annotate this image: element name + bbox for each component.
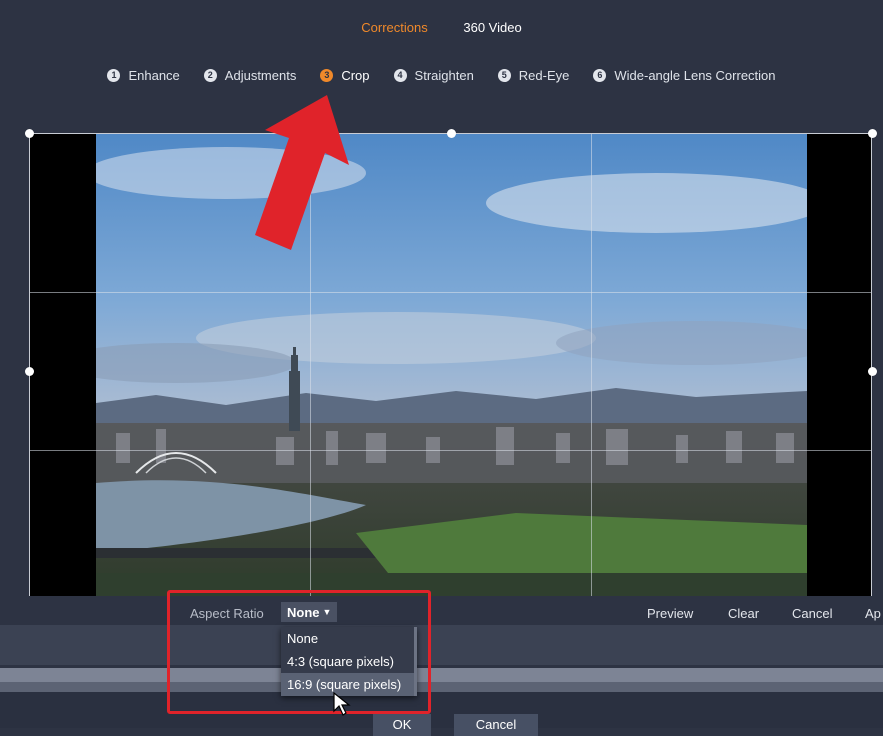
red-arrow-annotation-icon [255, 95, 349, 250]
step-straighten[interactable]: 4 Straighten [393, 67, 474, 83]
grid-line-horizontal [30, 450, 871, 451]
crop-handle-top-left[interactable] [25, 129, 34, 138]
step-number-badge: 1 [107, 68, 121, 82]
step-label: Red-Eye [518, 67, 570, 83]
crop-handle-right[interactable] [868, 367, 877, 376]
step-label: Crop [341, 67, 370, 83]
step-label: Enhance [128, 67, 180, 83]
ok-button[interactable]: OK [373, 714, 431, 736]
step-crop[interactable]: 3 Crop [320, 67, 370, 83]
highlight-annotation-box [167, 590, 431, 714]
top-tab-bar: Corrections 360 Video [0, 20, 883, 44]
clear-button[interactable]: Clear [728, 606, 759, 621]
step-label: Straighten [414, 67, 474, 83]
step-number-badge: 6 [593, 68, 607, 82]
timeline-panel [0, 625, 883, 665]
step-wide-angle-lens-correction[interactable]: 6 Wide-angle Lens Correction [593, 67, 776, 83]
crop-handle-left[interactable] [25, 367, 34, 376]
grid-line-vertical [591, 134, 592, 608]
step-red-eye[interactable]: 5 Red-Eye [497, 67, 570, 83]
step-adjustments[interactable]: 2 Adjustments [203, 67, 297, 83]
step-enhance[interactable]: 1 Enhance [107, 67, 180, 83]
corrections-steps: 1 Enhance 2 Adjustments 3 Crop 4 Straigh… [0, 64, 883, 86]
crop-handle-top[interactable] [447, 129, 456, 138]
preview-button[interactable]: Preview [647, 606, 693, 621]
mouse-pointer-icon [333, 692, 351, 716]
tab-corrections[interactable]: Corrections [361, 20, 427, 35]
dialog-footer [0, 692, 883, 728]
crop-toolbar: Aspect Ratio None ▼ Preview Clear Cancel… [0, 596, 883, 624]
step-number-badge: 3 [320, 68, 334, 82]
tab-360-video[interactable]: 360 Video [463, 20, 521, 35]
grid-line-horizontal [30, 292, 871, 293]
step-label: Adjustments [224, 67, 297, 83]
apply-button[interactable]: Ap [865, 606, 881, 621]
crop-frame[interactable] [29, 133, 872, 609]
timeline-track [0, 682, 883, 692]
step-number-badge: 5 [497, 68, 511, 82]
step-number-badge: 2 [203, 68, 217, 82]
cancel-crop-button[interactable]: Cancel [792, 606, 832, 621]
crop-handle-top-right[interactable] [868, 129, 877, 138]
cancel-button[interactable]: Cancel [454, 714, 538, 736]
timeline-track [0, 668, 883, 682]
step-label: Wide-angle Lens Correction [614, 67, 776, 83]
step-number-badge: 4 [393, 68, 407, 82]
